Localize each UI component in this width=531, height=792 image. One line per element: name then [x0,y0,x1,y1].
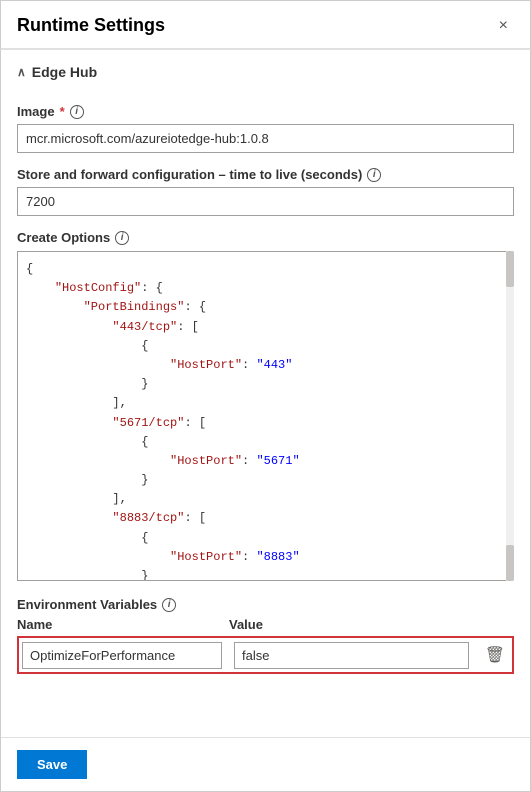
env-variables-label: Environment Variables i [17,597,514,612]
create-options-label: Create Options i [17,230,514,245]
env-variables-section: Environment Variables i Name Value 🗑 [17,597,514,674]
scrollbar-thumb-bottom[interactable] [506,545,514,581]
col-name-header: Name [17,617,217,632]
json-editor[interactable]: { "HostConfig": { "PortBindings": { "443… [17,251,514,581]
chevron-icon: ∧ [17,65,26,79]
env-variables-info-icon[interactable]: i [162,598,176,612]
json-editor-container: { "HostConfig": { "PortBindings": { "443… [17,251,514,581]
image-info-icon[interactable]: i [70,105,84,119]
panel-footer: Save [1,737,530,791]
panel-title: Runtime Settings [17,15,165,36]
env-value-input[interactable] [234,642,469,669]
create-options-field: Create Options i { "HostConfig": { "Port… [17,230,514,581]
runtime-settings-panel: Runtime Settings × ∧ Edge Hub Image * i … [0,0,531,792]
create-options-info-icon[interactable]: i [115,231,129,245]
edge-hub-label: Edge Hub [32,64,97,80]
scrollbar-thumb-top[interactable] [506,251,514,287]
delete-icon: 🗑 [485,645,505,665]
col-value-header: Value [229,617,514,632]
required-indicator: * [60,104,65,119]
save-button[interactable]: Save [17,750,87,779]
delete-env-row-button[interactable]: 🗑 [481,641,509,669]
env-row: 🗑 [17,636,514,674]
store-forward-input[interactable] [17,187,514,216]
image-label: Image * i [17,104,514,119]
store-forward-field: Store and forward configuration – time t… [17,167,514,216]
close-button[interactable]: × [493,16,514,36]
store-forward-info-icon[interactable]: i [367,168,381,182]
env-table-header: Name Value [17,617,514,632]
panel-header: Runtime Settings × [1,1,530,49]
image-field: Image * i [17,104,514,153]
panel-body: ∧ Edge Hub Image * i Store and forward c… [1,50,530,737]
edge-hub-section-header[interactable]: ∧ Edge Hub [17,50,514,90]
env-name-input[interactable] [22,642,222,669]
image-input[interactable] [17,124,514,153]
store-forward-label: Store and forward configuration – time t… [17,167,514,182]
scrollbar-track [506,251,514,581]
